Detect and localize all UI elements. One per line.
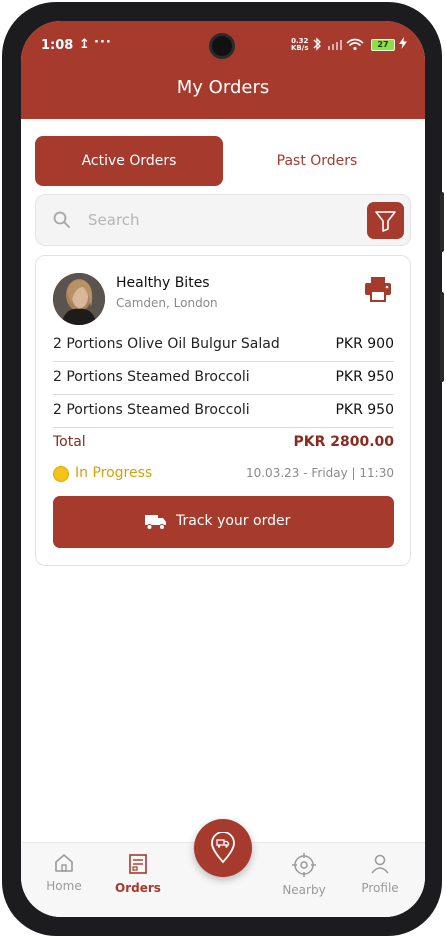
total-label: Total xyxy=(53,434,86,450)
volume-button xyxy=(440,192,444,252)
status-time: 1:08 xyxy=(41,38,74,53)
charging-icon xyxy=(399,37,407,52)
page-title: My Orders xyxy=(176,77,270,98)
item-price: PKR 950 xyxy=(335,402,394,418)
upload-icon: ↥ xyxy=(79,37,90,52)
filter-icon xyxy=(375,211,396,232)
order-date: 10.03.23 - Friday | 11:30 xyxy=(245,466,394,480)
status-row: In Progress 10.03.23 - Friday | 11:30 xyxy=(53,464,394,486)
total-amount: PKR 2800.00 xyxy=(293,434,394,450)
network-speed: 0.32 KB/s xyxy=(291,37,309,52)
connectivity-icons xyxy=(311,37,367,54)
item-name: 2 Portions Steamed Broccoli xyxy=(53,402,250,418)
power-button xyxy=(440,292,444,382)
filter-button[interactable] xyxy=(367,202,404,239)
truck-icon xyxy=(145,513,167,531)
restaurant-avatar xyxy=(53,273,105,325)
crosshair-icon xyxy=(292,853,316,877)
track-order-label: Track your order xyxy=(176,513,291,529)
bluetooth-signal-wifi-icon xyxy=(313,37,364,51)
print-icon[interactable] xyxy=(363,276,393,302)
order-item: 2 Portions Steamed Broccoli PKR 950 xyxy=(53,362,394,395)
order-item: 2 Portions Steamed Broccoli PKR 950 xyxy=(53,395,394,428)
track-map-button[interactable] xyxy=(194,819,252,877)
front-camera xyxy=(209,33,235,59)
nav-label: Home xyxy=(46,879,82,893)
item-price: PKR 900 xyxy=(335,336,394,352)
restaurant-location: Camden, London xyxy=(116,296,218,310)
nav-label: Profile xyxy=(361,881,399,895)
search-icon xyxy=(52,210,72,230)
restaurant-name: Healthy Bites xyxy=(116,275,210,291)
user-icon xyxy=(371,854,389,874)
nav-item-nearby[interactable]: Nearby xyxy=(272,853,336,903)
order-status: In Progress xyxy=(75,465,153,481)
tab-active-orders[interactable]: Active Orders xyxy=(35,136,223,186)
nav-label: Orders xyxy=(115,881,161,895)
item-price: PKR 950 xyxy=(335,369,394,385)
home-icon xyxy=(55,854,73,872)
order-item: 2 Portions Olive Oil Bulgur Salad PKR 90… xyxy=(53,329,394,362)
order-card: Healthy Bites Camden, London 2 Portions … xyxy=(35,255,411,566)
track-order-button[interactable]: Track your order xyxy=(53,496,394,548)
item-name: 2 Portions Olive Oil Bulgur Salad xyxy=(53,336,280,352)
battery-icon: 27 xyxy=(371,39,395,51)
search-input[interactable] xyxy=(88,207,348,233)
item-name: 2 Portions Steamed Broccoli xyxy=(53,369,250,385)
orders-icon xyxy=(129,854,147,874)
search-bar xyxy=(35,194,411,246)
nav-item-profile[interactable]: Profile xyxy=(348,853,412,903)
nav-label: Nearby xyxy=(282,883,326,897)
more-notifications-icon: ··· xyxy=(94,35,112,50)
app-header: 1:08 ↥ ··· 0.32 KB/s 27 My Orders xyxy=(21,21,425,119)
total-row: Total PKR 2800.00 xyxy=(53,434,394,456)
nav-item-home[interactable]: Home xyxy=(32,853,96,903)
nav-item-orders[interactable]: Orders xyxy=(106,853,170,903)
phone-frame: 1:08 ↥ ··· 0.32 KB/s 27 My Orders Active… xyxy=(2,2,444,936)
screen: 1:08 ↥ ··· 0.32 KB/s 27 My Orders Active… xyxy=(21,21,425,917)
location-truck-icon xyxy=(211,832,235,864)
tab-past-orders[interactable]: Past Orders xyxy=(223,136,411,186)
status-dot-icon xyxy=(53,466,69,482)
status-bar: 1:08 ↥ ··· 0.32 KB/s 27 xyxy=(21,21,425,69)
